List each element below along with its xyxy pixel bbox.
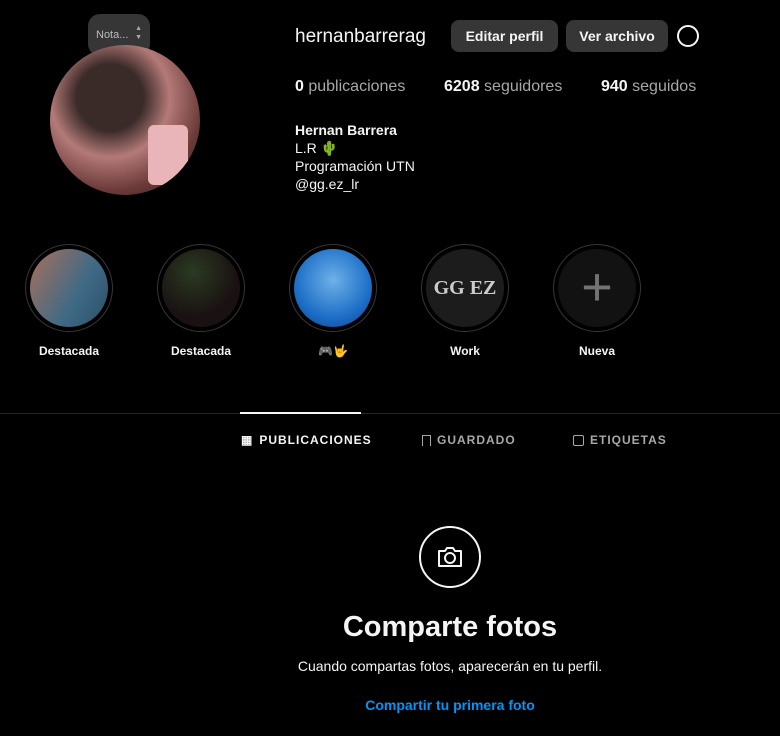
highlight-item[interactable]: GG EZ Work	[421, 244, 509, 358]
full-name: Hernan Barrera	[295, 122, 397, 138]
tab-saved[interactable]: GUARDADO	[422, 433, 516, 447]
avatar[interactable]	[50, 45, 200, 195]
new-highlight-button[interactable]: + Nueva	[553, 244, 641, 358]
stat-following[interactable]: 940 seguidos	[601, 78, 696, 96]
camera-icon	[419, 526, 481, 588]
stat-posts: 0 publicaciones	[295, 78, 406, 95]
stat-followers[interactable]: 6208 seguidores	[444, 78, 562, 96]
view-archive-button[interactable]: Ver archivo	[566, 20, 668, 52]
tab-tagged[interactable]: ETIQUETAS	[573, 433, 667, 447]
highlight-cover	[30, 249, 108, 327]
tab-label: ETIQUETAS	[590, 433, 667, 447]
highlight-cover: GG EZ	[426, 249, 504, 327]
note-text: Nota...	[96, 29, 129, 41]
tab-label: GUARDADO	[437, 433, 516, 447]
highlight-label: 🎮🤟	[318, 344, 348, 358]
tag-user-icon	[573, 434, 584, 446]
empty-title: Comparte fotos	[342, 611, 558, 643]
bio-line: @gg.ez_lr	[295, 176, 360, 192]
active-tab-indicator	[240, 412, 361, 414]
avatar-photo-detail	[148, 125, 188, 185]
grid-icon: ▦	[241, 433, 254, 447]
highlight-label: Destacada	[170, 344, 232, 358]
highlight-item[interactable]: 🎮🤟	[289, 244, 377, 358]
tab-posts[interactable]: ▦ PUBLICACIONES	[241, 433, 372, 447]
highlight-label: Destacada	[38, 344, 100, 358]
bio-line: L.R 🌵	[295, 140, 339, 156]
highlight-item[interactable]: Destacada	[157, 244, 245, 358]
tab-label: PUBLICACIONES	[259, 433, 372, 447]
share-first-photo-link[interactable]: Compartir tu primera foto	[0, 697, 780, 713]
highlight-item[interactable]: Destacada	[25, 244, 113, 358]
empty-subtitle: Cuando compartas fotos, aparecerán en tu…	[297, 658, 603, 674]
edit-profile-button[interactable]: Editar perfil	[451, 20, 558, 52]
bookmark-icon	[422, 434, 431, 446]
plus-icon: +	[558, 249, 636, 327]
divider	[0, 413, 780, 414]
username: hernanbarrerag	[295, 26, 426, 47]
bio-line: Programación UTN	[295, 158, 415, 174]
stepper-icon[interactable]: ▲ ▼	[135, 24, 142, 42]
highlight-cover	[162, 249, 240, 327]
highlight-label: Work	[450, 344, 480, 358]
highlight-cover	[294, 249, 372, 327]
settings-gear-icon[interactable]	[677, 25, 699, 47]
bio: Hernan Barrera L.R 🌵 Programación UTN @g…	[295, 121, 415, 193]
highlight-label: Nueva	[578, 344, 616, 358]
